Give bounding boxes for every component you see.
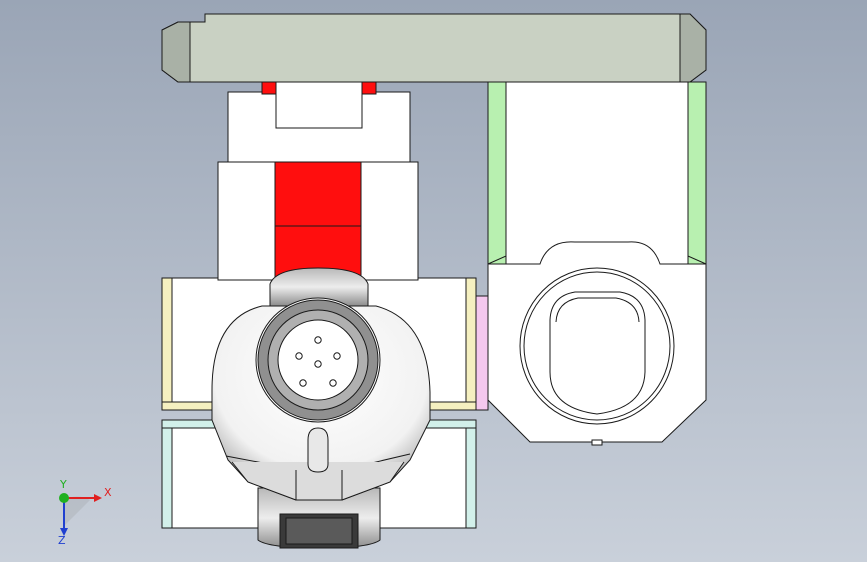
triad-graphic: X Y Z [58,478,112,547]
x-axis-arrow [94,494,102,502]
right-block [487,81,707,446]
cad-drawing [0,0,867,562]
cad-viewport[interactable] [0,0,867,562]
orientation-triad[interactable]: X Y Z [40,478,120,548]
top-bar [161,13,707,83]
y-axis-dot [59,493,69,503]
x-axis-label: X [104,486,112,499]
y-axis-label: Y [59,478,67,491]
z-axis-label: Z [58,534,66,547]
center-column [217,71,419,281]
